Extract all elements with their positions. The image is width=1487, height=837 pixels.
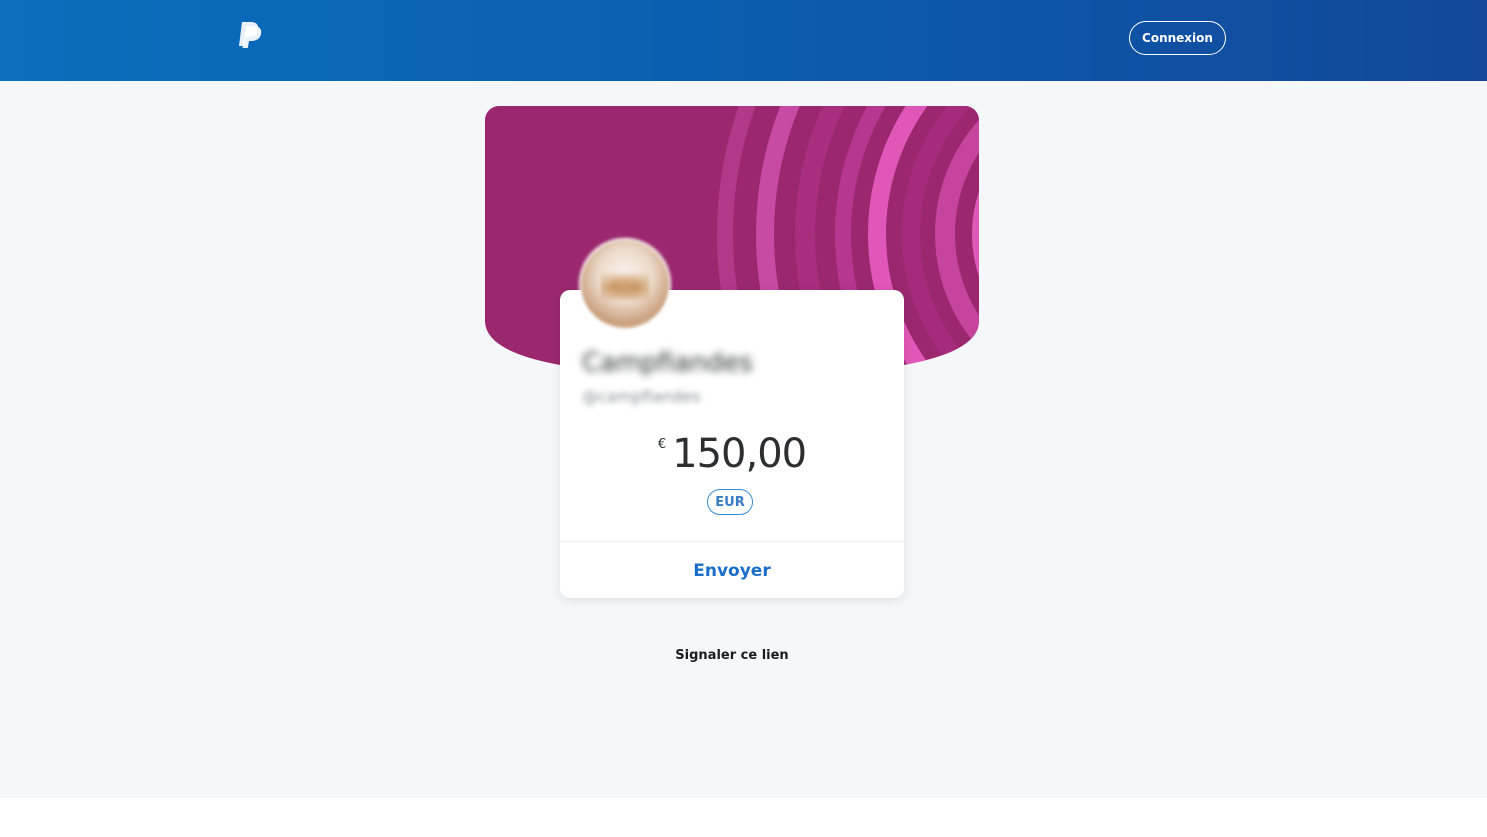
paypal-logo-icon[interactable]	[236, 19, 264, 49]
send-button[interactable]: Envoyer	[560, 552, 904, 590]
login-button[interactable]: Connexion	[1129, 21, 1226, 55]
avatar	[579, 238, 671, 330]
header-bar: Connexion	[0, 0, 1487, 81]
profile-handle: @campfiandes	[582, 387, 701, 406]
amount-display: € 150,00	[560, 428, 904, 480]
report-link[interactable]: Signaler ce lien	[560, 648, 904, 663]
card-divider	[560, 541, 904, 542]
avatar-image	[601, 268, 649, 300]
currency-badge[interactable]: EUR	[707, 489, 753, 515]
profile-name: Campfiandes	[582, 348, 753, 378]
amount-value: 150,00	[672, 431, 807, 477]
page: Connexion Campfiandes @campfiandes € 150…	[0, 0, 1487, 837]
currency-symbol: €	[657, 437, 667, 452]
